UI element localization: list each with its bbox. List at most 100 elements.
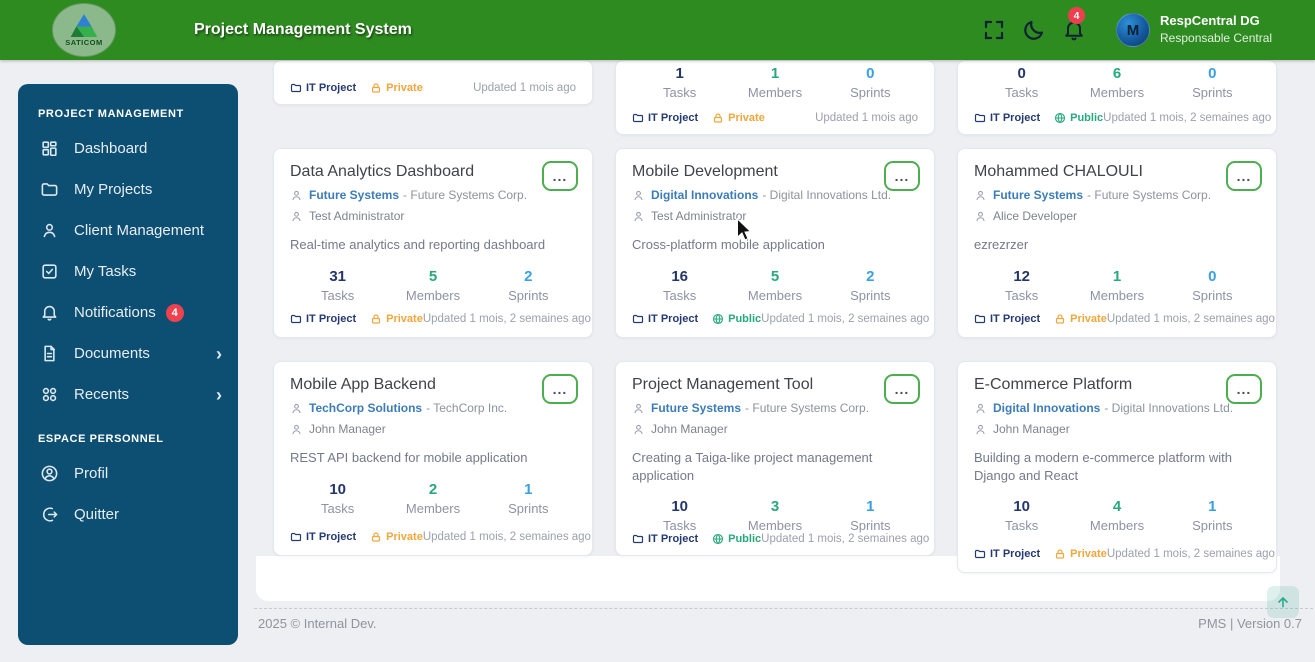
project-type-badge[interactable]: IT Project [632,533,698,545]
project-card-data-analytics-dashboard[interactable]: Data Analytics Dashboard... Future System… [273,148,593,338]
stat-members: 6 Members [1069,65,1164,100]
sidebar-item-my-projects[interactable]: My Projects [18,169,238,210]
card-footer: IT Project Public Updated 1 mois, 2 semain… [974,112,1271,124]
company-name: - Future Systems Corp. [745,401,870,415]
project-title: Project Management Tool [632,376,814,393]
folder-icon [632,112,644,124]
arrow-up-icon [1278,597,1288,608]
card-menu-button[interactable]: ... [542,161,578,191]
sidebar-item-quitter[interactable]: Quitter [18,494,238,535]
bell-icon [40,303,59,322]
members-label: Members [405,500,461,516]
stat-members: 1 Members [1069,268,1164,303]
client-link[interactable]: Digital Innovations [651,188,758,202]
visibility-badge[interactable]: Private [370,82,423,94]
logout-icon [40,505,59,524]
sidebar-item-label: Dashboard [74,140,148,157]
client-link[interactable]: Future Systems [651,401,741,415]
project-type-badge[interactable]: IT Project [290,82,356,94]
card-menu-button[interactable]: ... [884,161,920,191]
project-title: E-Commerce Platform [974,376,1133,393]
sidebar-item-documents[interactable]: Documents › [18,333,238,374]
project-type-label: IT Project [648,112,699,124]
dark-mode-moon-icon[interactable] [1022,18,1046,42]
lock-icon [1054,313,1066,325]
sidebar-item-dashboard[interactable]: Dashboard [18,128,238,169]
members-count: 2 [428,480,438,498]
person-icon [632,210,645,223]
card-menu-button[interactable]: ... [542,374,578,404]
person-icon [632,423,645,436]
scroll-to-top-button[interactable] [1267,586,1299,618]
project-type-badge[interactable]: IT Project [974,548,1040,560]
project-card-partial[interactable]: 1 Tasks 1 Members 0 Sprints IT Project Private U… [615,60,935,135]
sidebar-item-client-management[interactable]: Client Management [18,210,238,251]
client-row: Digital Innovations - Digital Innovations… [632,188,918,202]
project-type-badge[interactable]: IT Project [632,313,698,325]
project-type-label: IT Project [990,548,1041,560]
owner-name: Alice Developer [993,209,1078,223]
sidebar-nav-list-2: Profil Quitter [18,453,238,535]
owner-name: Test Administrator [309,209,405,223]
card-menu-button[interactable]: ... [1226,161,1262,191]
person-icon [974,210,987,223]
client-link[interactable]: Future Systems [309,188,399,202]
company-name: - TechCorp Inc. [426,401,508,415]
project-type-badge[interactable]: IT Project [290,313,356,325]
visibility-badge[interactable]: Public [712,313,761,325]
tasks-count: 12 [1013,267,1030,285]
client-link[interactable]: Future Systems [993,188,1083,202]
sidebar-section-espace-personnel: ESPACE PERSONNEL [38,433,164,445]
updated-text: Updated 1 mois, 2 semaines ago [422,531,591,543]
person-icon [290,423,303,436]
project-card-e-commerce-platform[interactable]: E-Commerce Platform... Digital Innovation… [957,361,1277,573]
client-link[interactable]: Digital Innovations [993,401,1100,415]
sidebar-item-profil[interactable]: Profil [18,453,238,494]
project-card-mobile-development[interactable]: Mobile Development... Digital Innovations… [615,148,935,338]
company-logo[interactable]: SATICOM [52,3,116,57]
sprints-label: Sprints [850,518,891,534]
notification-count-badge: 4 [165,303,184,322]
visibility-badge[interactable]: Private [370,313,423,325]
card-menu-button[interactable]: ... [1226,374,1262,404]
person-icon [632,402,645,415]
user-avatar[interactable]: M [1116,13,1150,47]
project-type-badge[interactable]: IT Project [290,531,356,543]
members-count: 1 [770,65,780,82]
visibility-badge[interactable]: Private [1054,548,1107,560]
visibility-badge[interactable]: Private [712,112,765,124]
sidebar-item-notifications[interactable]: Notifications 4 [18,292,238,333]
project-card-partial[interactable]: 0 Tasks 6 Members 0 Sprints IT Project Public Up… [957,60,1277,135]
project-type-badge[interactable]: IT Project [632,112,698,124]
project-description: Real-time analytics and reporting dashbo… [290,237,546,252]
members-label: Members [405,287,461,303]
visibility-badge[interactable]: Private [1054,313,1107,325]
person-icon [632,189,645,202]
project-description: Cross-platform mobile application [632,237,825,252]
lock-icon [370,82,382,94]
owner-name: Test Administrator [651,209,747,223]
visibility-badge[interactable]: Private [370,531,423,543]
owner-row: Test Administrator [290,209,576,223]
card-menu-button[interactable]: ... [884,374,920,404]
project-title: Mobile Development [632,163,778,180]
project-type-badge[interactable]: IT Project [974,112,1040,124]
stat-tasks: 10 Tasks [290,481,385,516]
user-name[interactable]: RespCentral DG [1160,13,1260,28]
stat-tasks: 1 Tasks [632,65,727,100]
visibility-badge[interactable]: Public [712,533,761,545]
project-card-project-management-tool[interactable]: Project Management Tool... Future Systems… [615,361,935,556]
sidebar-item-my-tasks[interactable]: My Tasks [18,251,238,292]
fullscreen-icon[interactable] [982,18,1006,42]
owner-name: John Manager [993,422,1070,436]
project-type-badge[interactable]: IT Project [974,313,1040,325]
sidebar-item-label: My Projects [74,181,153,198]
client-link[interactable]: TechCorp Solutions [309,401,422,415]
visibility-badge[interactable]: Public [1054,112,1103,124]
project-card-partial[interactable]: IT Project Private Updated 1 mois ago [273,60,593,105]
project-card-mohammed-chalouli[interactable]: Mohammed CHALOULI... Future Systems - Futu… [957,148,1277,338]
project-card-mobile-app-backend[interactable]: Mobile App Backend... TechCorp Solutions -… [273,361,593,556]
person-icon [290,210,303,223]
sidebar-item-recents[interactable]: Recents › [18,374,238,415]
lock-icon [712,112,724,124]
